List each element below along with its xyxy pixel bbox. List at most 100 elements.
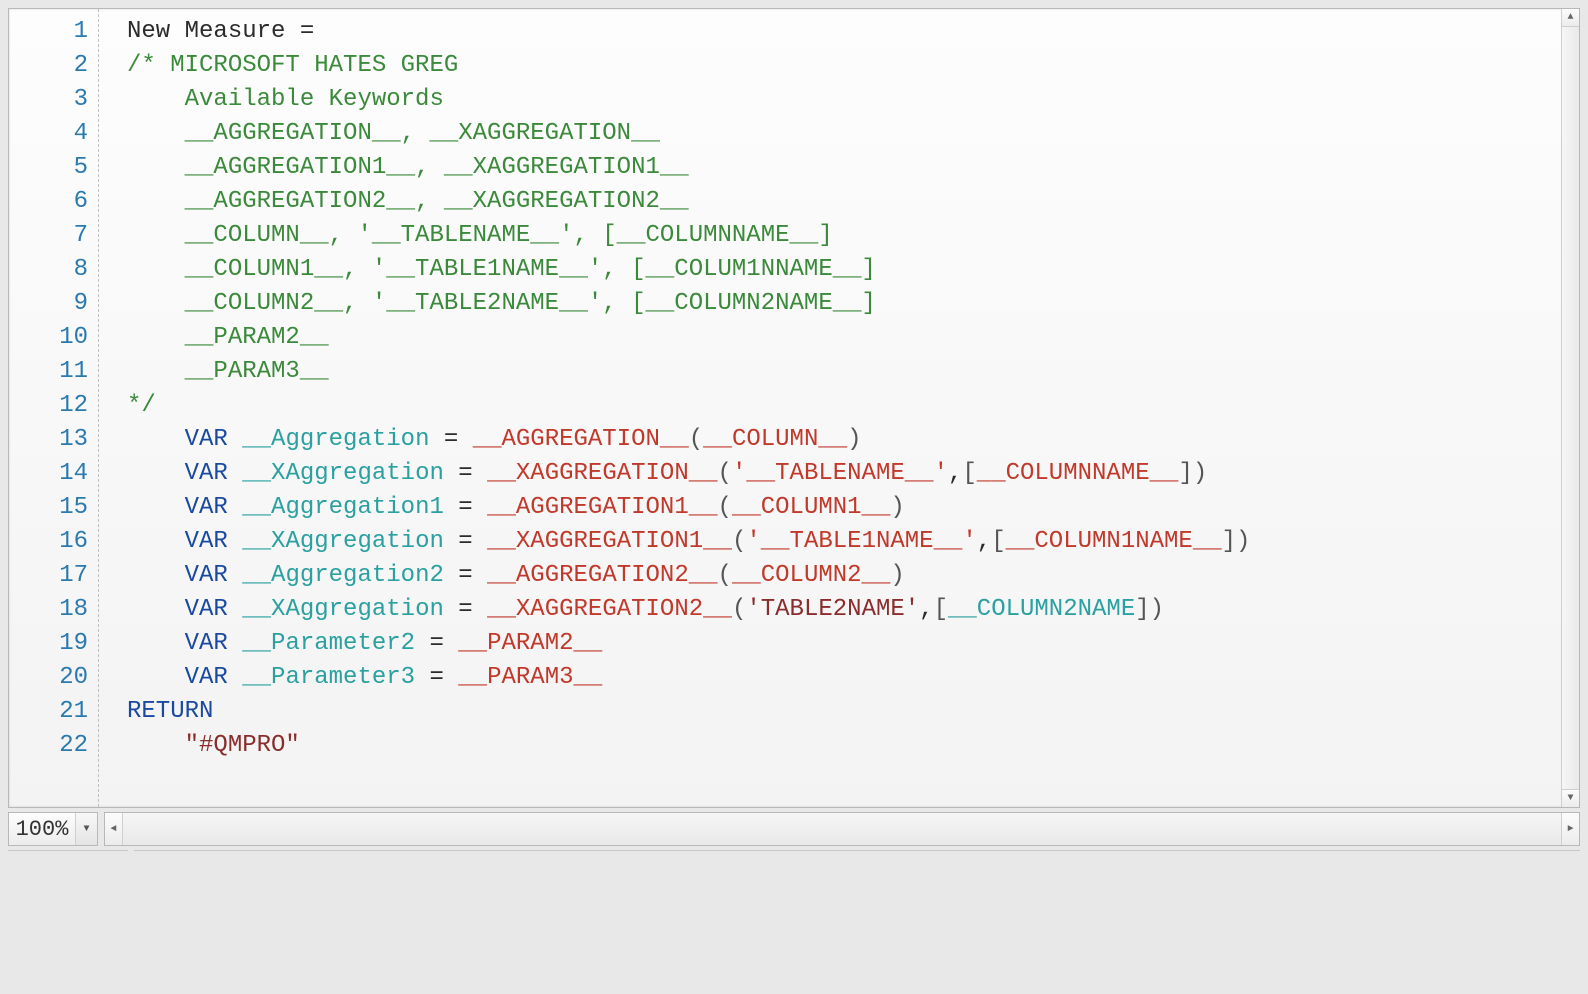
code-token: VAR <box>185 426 228 453</box>
scroll-up-arrow-icon[interactable]: ▲ <box>1562 9 1579 27</box>
formula-editor[interactable]: 12345678910111213141516171819202122 New … <box>8 8 1580 808</box>
code-token: __PARAM3__ <box>458 664 602 691</box>
code-line[interactable]: VAR __Parameter3 = __PARAM3__ <box>127 661 1579 695</box>
code-token: VAR <box>185 630 228 657</box>
code-token: VAR <box>185 664 228 691</box>
code-line[interactable]: */ <box>127 389 1579 423</box>
code-token: [ <box>991 528 1005 555</box>
code-line[interactable]: __COLUMN1__, '__TABLE1NAME__', [__COLUM1… <box>127 253 1579 287</box>
code-token: __Parameter3 <box>242 664 415 691</box>
code-token: ) <box>890 562 904 589</box>
line-number: 20 <box>9 661 98 695</box>
code-area[interactable]: New Measure = /* MICROSOFT HATES GREG Av… <box>99 9 1579 807</box>
code-line[interactable]: __PARAM3__ <box>127 355 1579 389</box>
code-line[interactable]: __AGGREGATION2__, __XAGGREGATION2__ <box>127 185 1579 219</box>
code-line[interactable]: "#QMPRO" <box>127 729 1579 763</box>
code-token: __AGGREGATION2__, __XAGGREGATION2__ <box>127 188 689 215</box>
code-token: __XAGGREGATION2__ <box>487 596 732 623</box>
code-line[interactable]: VAR __XAggregation = __XAGGREGATION1__('… <box>127 525 1579 559</box>
code-token: __AGGREGATION2__ <box>487 562 717 589</box>
line-number: 15 <box>9 491 98 525</box>
code-token: __Parameter2 <box>242 630 415 657</box>
code-line[interactable]: New Measure = <box>127 15 1579 49</box>
code-line[interactable]: /* MICROSOFT HATES GREG <box>127 49 1579 83</box>
code-token: '__TABLE1NAME__' <box>746 528 976 555</box>
code-token: __COLUMN__ <box>703 426 847 453</box>
code-token: VAR <box>185 562 228 589</box>
code-token: __XAGGREGATION__ <box>487 460 717 487</box>
code-token: __AGGREGATION1__, __XAGGREGATION1__ <box>127 154 689 181</box>
code-token <box>127 528 185 555</box>
code-token: ]) <box>1135 596 1164 623</box>
code-token: ( <box>689 426 703 453</box>
code-token: __COLUMN1__ <box>732 494 890 521</box>
code-token <box>228 562 242 589</box>
code-token <box>127 732 185 759</box>
code-line[interactable]: VAR __XAggregation = __XAGGREGATION2__('… <box>127 593 1579 627</box>
code-token: ( <box>732 528 746 555</box>
code-content[interactable]: New Measure = /* MICROSOFT HATES GREG Av… <box>99 9 1579 763</box>
code-token: New Measure = <box>127 18 329 45</box>
line-number: 14 <box>9 457 98 491</box>
code-token: VAR <box>185 494 228 521</box>
code-token: , <box>977 528 991 555</box>
code-line[interactable]: VAR __Aggregation1 = __AGGREGATION1__(__… <box>127 491 1579 525</box>
code-token: = <box>429 426 472 453</box>
code-token: /* MICROSOFT HATES GREG <box>127 52 458 79</box>
line-number: 7 <box>9 219 98 253</box>
code-line[interactable]: VAR __Aggregation = __AGGREGATION__(__CO… <box>127 423 1579 457</box>
code-token: VAR <box>185 596 228 623</box>
code-token: __Aggregation1 <box>242 494 444 521</box>
code-line[interactable]: VAR __XAggregation = __XAGGREGATION__('_… <box>127 457 1579 491</box>
scroll-right-arrow-icon[interactable]: ► <box>1561 813 1579 845</box>
zoom-selector[interactable]: 100% ▼ <box>8 812 98 846</box>
code-token: [ <box>962 460 976 487</box>
code-token <box>127 562 185 589</box>
code-line[interactable]: RETURN <box>127 695 1579 729</box>
code-token: __COLUMN1NAME__ <box>1006 528 1222 555</box>
code-token <box>127 426 185 453</box>
code-token <box>127 630 185 657</box>
line-number: 18 <box>9 593 98 627</box>
code-line[interactable]: __PARAM2__ <box>127 321 1579 355</box>
code-line[interactable]: Available Keywords <box>127 83 1579 117</box>
code-token: ( <box>718 562 732 589</box>
code-token <box>127 494 185 521</box>
line-number: 19 <box>9 627 98 661</box>
status-slot <box>134 850 1580 868</box>
code-token: __COLUMN__, '__TABLENAME__', [__COLUMNNA… <box>127 222 833 249</box>
line-number: 1 <box>9 15 98 49</box>
line-number: 6 <box>9 185 98 219</box>
code-token: __Aggregation <box>242 426 429 453</box>
code-token: __AGGREGATION__, __XAGGREGATION__ <box>127 120 660 147</box>
code-line[interactable]: __COLUMN2__, '__TABLE2NAME__', [__COLUMN… <box>127 287 1579 321</box>
code-token <box>228 596 242 623</box>
code-token: [ <box>934 596 948 623</box>
horizontal-scrollbar[interactable]: ◄ ► <box>104 812 1580 846</box>
code-line[interactable]: __AGGREGATION__, __XAGGREGATION__ <box>127 117 1579 151</box>
code-token: __PARAM3__ <box>127 358 329 385</box>
vertical-scrollbar[interactable]: ▲ ▼ <box>1561 9 1579 807</box>
code-token: ( <box>718 460 732 487</box>
code-token: __COLUMN1__, '__TABLE1NAME__', [__COLUM1… <box>127 256 876 283</box>
code-token: = <box>444 528 487 555</box>
code-token: VAR <box>185 460 228 487</box>
code-token: ) <box>890 494 904 521</box>
code-line[interactable]: VAR __Aggregation2 = __AGGREGATION2__(__… <box>127 559 1579 593</box>
line-number: 3 <box>9 83 98 117</box>
zoom-value: 100% <box>9 813 75 845</box>
code-token: __XAGGREGATION1__ <box>487 528 732 555</box>
code-token: ]) <box>1222 528 1251 555</box>
code-token: = <box>444 596 487 623</box>
scroll-down-arrow-icon[interactable]: ▼ <box>1562 789 1579 807</box>
scroll-left-arrow-icon[interactable]: ◄ <box>105 813 123 845</box>
code-line[interactable]: __AGGREGATION1__, __XAGGREGATION1__ <box>127 151 1579 185</box>
code-token: , <box>919 596 933 623</box>
zoom-dropdown-icon[interactable]: ▼ <box>75 813 97 845</box>
code-line[interactable]: __COLUMN__, '__TABLENAME__', [__COLUMNNA… <box>127 219 1579 253</box>
code-token: __COLUMN2__ <box>732 562 890 589</box>
code-token: '__TABLENAME__' <box>732 460 948 487</box>
code-line[interactable]: VAR __Parameter2 = __PARAM2__ <box>127 627 1579 661</box>
code-token: , <box>948 460 962 487</box>
code-token: Available Keywords <box>127 86 444 113</box>
